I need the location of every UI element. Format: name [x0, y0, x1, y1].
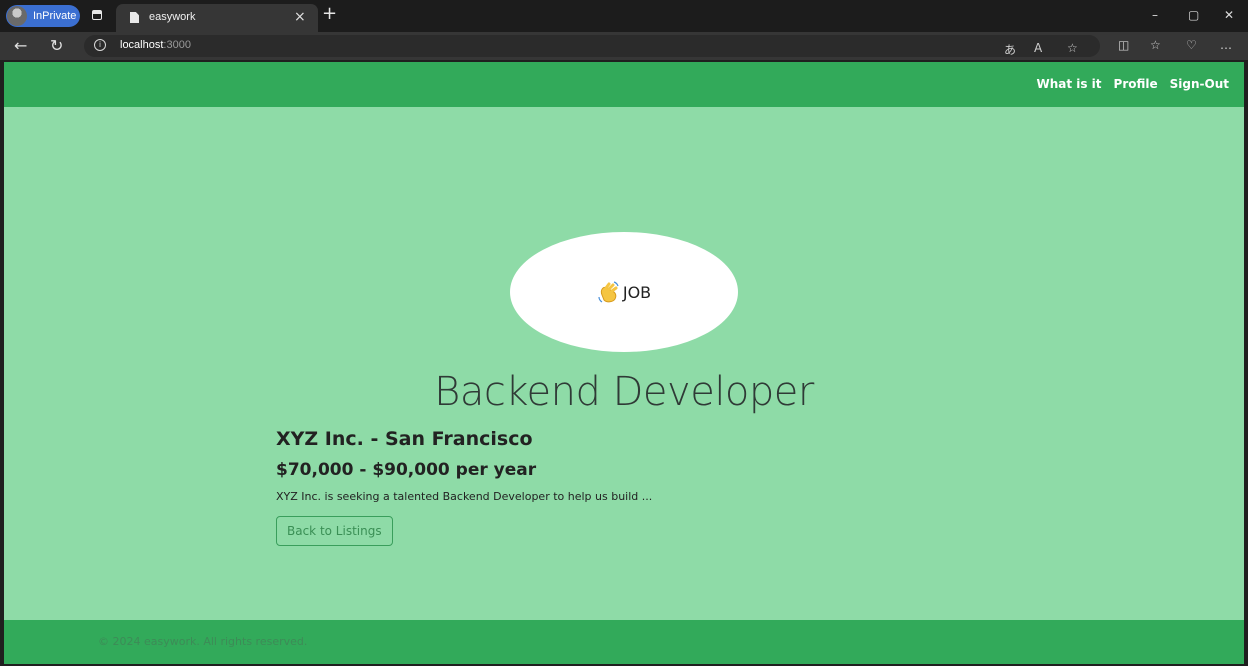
url-text: localhost:3000: [120, 39, 191, 51]
waving-hand-icon: [598, 281, 619, 303]
close-tab-icon[interactable]: ×: [294, 9, 306, 25]
web-page: What is it Profile Sign-Out JOB Backend …: [4, 62, 1244, 664]
address-bar[interactable]: i localhost:3000 あ A ☆: [84, 35, 1100, 57]
browser-tab[interactable]: easywork ×: [116, 4, 318, 32]
favorite-star-icon[interactable]: ☆: [1067, 41, 1078, 55]
nav-link-what-is-it[interactable]: What is it: [1036, 77, 1101, 91]
job-details: XYZ Inc. - San Francisco $70,000 - $90,0…: [276, 428, 976, 546]
translate-icon[interactable]: あ: [1004, 41, 1016, 58]
inprivate-label: InPrivate: [33, 10, 77, 22]
top-navbar: What is it Profile Sign-Out: [4, 62, 1244, 107]
back-arrow-icon[interactable]: ←: [14, 36, 27, 55]
salary: $70,000 - $90,000 per year: [276, 460, 537, 480]
browser-essentials-icon[interactable]: ♡: [1186, 38, 1197, 52]
refresh-icon[interactable]: ↻: [50, 36, 63, 55]
footer-copyright: © 2024 easywork. All rights reserved.: [98, 635, 308, 648]
company-location: XYZ Inc. - San Francisco: [276, 428, 533, 450]
page-icon: [130, 12, 139, 23]
logo: JOB: [510, 232, 738, 352]
new-tab-icon[interactable]: +: [322, 5, 337, 23]
logo-text: JOB: [622, 282, 652, 302]
footer: © 2024 easywork. All rights reserved.: [4, 620, 1244, 664]
info-icon[interactable]: i: [94, 39, 106, 51]
split-screen-icon[interactable]: ◫: [1118, 38, 1129, 52]
url-port: :3000: [163, 39, 191, 51]
logo-content: JOB: [597, 280, 651, 304]
tab-actions-icon[interactable]: [92, 10, 102, 20]
inprivate-profile-button[interactable]: InPrivate: [6, 5, 80, 27]
minimize-icon[interactable]: –: [1152, 8, 1158, 22]
browser-tab-strip: InPrivate easywork × + – ▢ ✕: [0, 0, 1248, 32]
back-to-listings-button[interactable]: Back to Listings: [276, 516, 393, 546]
restore-icon[interactable]: ▢: [1188, 8, 1199, 22]
read-aloud-icon[interactable]: A: [1034, 41, 1042, 55]
nav-links: What is it Profile Sign-Out: [1036, 77, 1229, 91]
close-window-icon[interactable]: ✕: [1224, 8, 1234, 22]
avatar: [7, 6, 27, 26]
job-title: Backend Developer: [434, 369, 814, 415]
tab-title: easywork: [149, 11, 196, 23]
url-host: localhost: [120, 39, 164, 51]
more-options-icon[interactable]: …: [1220, 38, 1232, 52]
browser-toolbar: ← ↻ i localhost:3000 あ A ☆ ◫ ☆ ♡ …: [0, 32, 1248, 60]
nav-link-sign-out[interactable]: Sign-Out: [1170, 77, 1229, 91]
job-description: XYZ Inc. is seeking a talented Backend D…: [276, 490, 653, 503]
favorites-icon[interactable]: ☆: [1150, 38, 1161, 52]
nav-link-profile[interactable]: Profile: [1114, 77, 1158, 91]
